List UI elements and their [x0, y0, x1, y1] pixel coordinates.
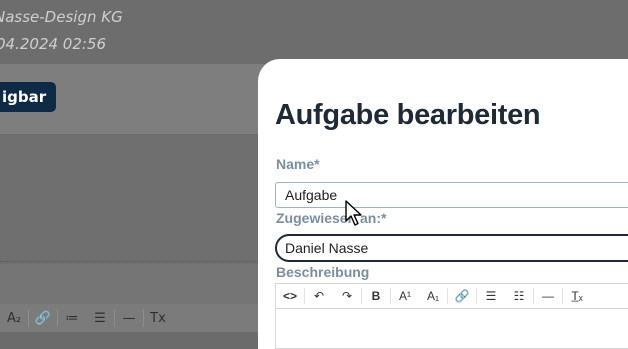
- undo-icon[interactable]: ↶: [305, 289, 333, 303]
- bullet-list-icon[interactable]: ☰: [477, 289, 505, 303]
- name-input[interactable]: Aufgabe: [275, 182, 628, 208]
- name-label: Name*: [276, 156, 320, 172]
- redo-icon[interactable]: ↷: [333, 289, 361, 303]
- source-code-icon[interactable]: <>: [276, 289, 304, 303]
- numbered-list-icon[interactable]: ☷: [505, 289, 533, 303]
- description-label: Beschreibung: [276, 264, 370, 280]
- bullet-list-icon[interactable]: ≔: [58, 311, 86, 326]
- background-header: Nasse-Design KG 04.2024 02:56: [0, 0, 628, 64]
- description-editor-toolbar: <> ↶ ↷ B A¹ A₁ 🔗 ☰ ☷ — T̲ₓ: [275, 283, 628, 309]
- horizontal-rule-icon[interactable]: —: [115, 311, 143, 326]
- numbered-list-icon[interactable]: ☰: [86, 311, 114, 326]
- mouse-cursor-icon: [345, 200, 362, 226]
- company-name: Nasse-Design KG: [0, 8, 123, 26]
- subscript-icon[interactable]: A₂: [0, 311, 28, 326]
- edit-task-modal: Aufgabe bearbeiten Name* Aufgabe Zugewie…: [258, 59, 628, 349]
- timestamp: 04.2024 02:56: [0, 35, 107, 53]
- modal-title: Aufgabe bearbeiten: [275, 99, 541, 131]
- superscript-icon[interactable]: A¹: [391, 289, 419, 303]
- assignee-select[interactable]: Daniel Nasse: [275, 234, 628, 262]
- link-icon[interactable]: 🔗: [448, 289, 476, 303]
- link-icon[interactable]: 🔗: [29, 311, 57, 326]
- description-editor[interactable]: [275, 309, 628, 349]
- bold-button[interactable]: B: [362, 289, 390, 303]
- assigned-label: Zugewiesen an:*: [276, 210, 387, 226]
- subscript-icon[interactable]: A₁: [419, 289, 447, 303]
- clear-format-icon[interactable]: T̲ₓ: [563, 289, 591, 303]
- availability-button[interactable]: igbar: [0, 82, 57, 112]
- horizontal-rule-icon[interactable]: —: [534, 289, 562, 303]
- clear-format-icon[interactable]: Tx: [144, 311, 172, 326]
